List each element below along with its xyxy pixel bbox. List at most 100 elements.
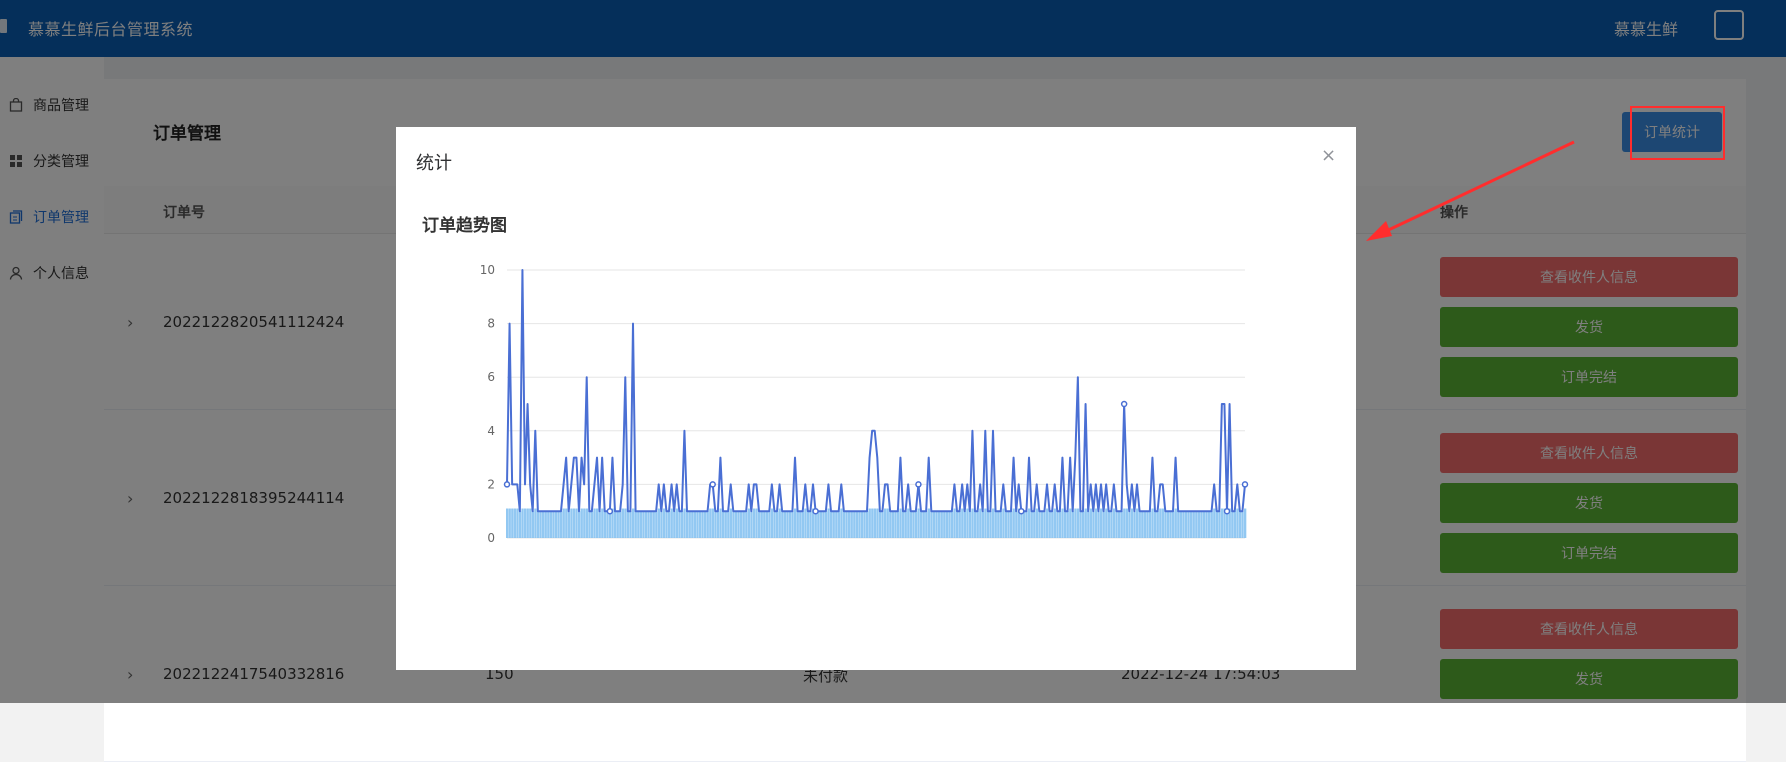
chart-bar — [917, 508, 920, 538]
chart-bar — [1002, 508, 1005, 538]
chart-bar — [1056, 511, 1059, 538]
chart-bar — [701, 511, 704, 538]
chart-bar — [536, 511, 540, 538]
chart-bar — [1038, 511, 1041, 538]
chart-bar — [809, 511, 812, 538]
chart-bar — [632, 508, 635, 538]
chart-bar — [873, 508, 877, 538]
chart-bar — [644, 511, 648, 538]
chart-bar — [1226, 511, 1229, 538]
chart-bar — [932, 511, 936, 538]
series-line — [506, 269, 1246, 513]
chart-bar — [1004, 511, 1008, 538]
chart-bar — [930, 511, 933, 538]
chart-bar — [698, 511, 702, 538]
chart-bar — [734, 511, 738, 538]
chart-bar — [572, 508, 576, 538]
chart-bar — [678, 511, 681, 538]
chart-bar — [1048, 511, 1051, 538]
chart-bar — [1022, 511, 1026, 538]
chart-bar — [614, 511, 617, 538]
chart-bar — [997, 511, 1000, 538]
chart-bar — [606, 511, 609, 538]
chart-bar — [686, 511, 689, 538]
chart-bar — [590, 511, 594, 538]
chart-bar — [704, 511, 707, 538]
chart-bar — [529, 508, 532, 538]
chart-bar — [680, 511, 684, 538]
chart-bar — [1233, 511, 1237, 538]
chart-bar — [565, 508, 568, 538]
chart-bar — [1089, 508, 1093, 538]
y-tick-label: 0 — [487, 531, 495, 545]
chart-bar — [1115, 511, 1118, 538]
chart-bar — [827, 508, 830, 538]
chart-bar — [976, 511, 979, 538]
chart-bar — [709, 508, 712, 538]
chart-bar — [886, 508, 889, 538]
chart-bar — [801, 511, 805, 538]
chart-bar — [639, 511, 643, 538]
chart-bar — [711, 508, 715, 538]
chart-bar — [994, 511, 997, 538]
chart-bar — [1141, 511, 1144, 538]
chart-bar — [853, 511, 856, 538]
chart-bar — [958, 511, 961, 538]
chart-bar — [745, 511, 748, 538]
chart-bar — [1244, 508, 1247, 538]
chart-bar — [516, 508, 519, 538]
chart-bar — [1040, 511, 1044, 538]
y-tick-label: 8 — [487, 317, 495, 331]
chart-bar — [881, 511, 884, 538]
chart-bar — [706, 511, 709, 538]
chart-bar — [902, 511, 905, 538]
chart-bar — [675, 508, 679, 538]
chart-bar — [603, 511, 607, 538]
chart-bar — [534, 508, 537, 538]
chart-bar — [567, 511, 571, 538]
chart-bar — [1143, 511, 1147, 538]
chart-bar — [524, 508, 527, 538]
chart-bar — [814, 511, 817, 538]
chart-bar — [1058, 511, 1062, 538]
chart-bar — [1238, 511, 1242, 538]
chart-bar — [521, 508, 524, 538]
chart-bar — [696, 511, 699, 538]
chart-bar — [1069, 508, 1072, 538]
chart-bar — [909, 511, 913, 538]
chart-bar — [940, 511, 943, 538]
chart-bar — [1123, 508, 1126, 538]
chart-bar — [1138, 511, 1141, 538]
chart-bar — [1071, 511, 1075, 538]
data-point — [1241, 481, 1249, 488]
chart-bar — [938, 511, 941, 538]
chart-bar — [863, 511, 866, 538]
chart-bar — [1177, 511, 1180, 538]
chart-bar — [889, 511, 892, 538]
y-tick-label: 10 — [480, 263, 495, 277]
chart-bar — [750, 511, 753, 538]
chart-bar — [776, 511, 779, 538]
chart-bar — [1102, 511, 1105, 538]
chart-bar — [619, 511, 622, 538]
data-point — [1223, 507, 1231, 515]
chart-bar — [557, 511, 560, 538]
chart-bar — [1179, 511, 1183, 538]
chart-bar — [1146, 511, 1149, 538]
chart-bar — [765, 511, 769, 538]
chart-bar — [747, 508, 751, 538]
chart-bar — [1200, 511, 1203, 538]
chart-bar — [657, 508, 661, 538]
chart-bar — [722, 511, 725, 538]
chart-bar — [585, 508, 589, 538]
chart-bar — [979, 508, 982, 538]
chart-bar — [878, 511, 882, 538]
chart-bar — [945, 511, 949, 538]
y-tick-label: 6 — [487, 370, 495, 384]
chart-bar — [531, 511, 535, 538]
chart-bar — [1015, 511, 1018, 538]
chart-bar — [1025, 511, 1028, 538]
chart-bar — [626, 511, 630, 538]
chart-bar — [716, 511, 720, 538]
chart-bar — [981, 511, 985, 538]
